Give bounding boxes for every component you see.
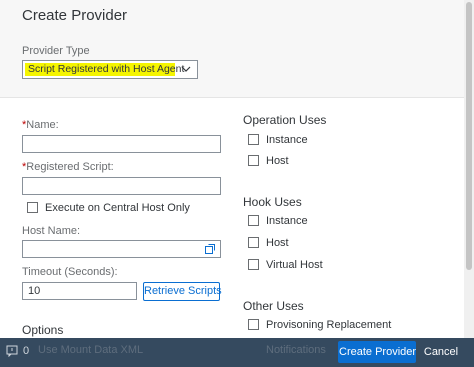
name-label: *Name: — [22, 119, 59, 131]
dialog-header: Create Provider Provider Type Script Reg… — [0, 0, 474, 98]
host-name-field[interactable] — [22, 240, 221, 258]
scrollbar-thumb[interactable] — [466, 2, 472, 270]
timeout-value: 10 — [28, 285, 41, 297]
hook-virtual-host-checkbox[interactable] — [248, 259, 259, 270]
operation-instance-checkbox[interactable] — [248, 134, 259, 145]
dialog-footer: Use Mount Data XML Notifications 0 Creat… — [0, 338, 474, 367]
options-title: Options — [22, 323, 64, 337]
message-popover-icon — [6, 345, 18, 357]
dialog-title: Create Provider — [22, 7, 128, 24]
operation-host-checkbox[interactable] — [248, 155, 259, 166]
hook-virtual-host-label: Virtual Host — [266, 259, 323, 271]
chevron-down-icon[interactable] — [181, 63, 191, 75]
value-help-icon[interactable] — [204, 243, 216, 255]
retrieve-scripts-button[interactable]: Retrieve Scripts — [143, 282, 222, 301]
registered-script-label: *Registered Script: — [22, 161, 114, 173]
vertical-scrollbar[interactable] — [464, 0, 474, 338]
execute-central-checkbox-row[interactable]: Execute on Central Host Only — [27, 201, 217, 215]
hook-instance-checkbox[interactable] — [248, 215, 259, 226]
provider-type-select[interactable]: Script Registered with Host Agent — [22, 60, 198, 79]
provider-type-label: Provider Type — [22, 45, 90, 57]
timeout-field[interactable]: 10 — [22, 282, 137, 300]
hook-instance-row[interactable]: Instance — [248, 214, 368, 228]
hook-host-checkbox[interactable] — [248, 237, 259, 248]
operation-instance-row[interactable]: Instance — [248, 133, 368, 147]
provisioning-replacement-label: Provisoning Replacement — [266, 319, 392, 331]
execute-central-label: Execute on Central Host Only — [45, 202, 190, 214]
notifications-label: Notifications — [266, 344, 326, 356]
operation-instance-label: Instance — [266, 134, 308, 146]
message-count: 0 — [23, 345, 30, 357]
provisioning-replacement-row[interactable]: Provisoning Replacement — [248, 318, 408, 332]
hook-virtual-host-row[interactable]: Virtual Host — [248, 258, 368, 272]
hook-host-label: Host — [266, 237, 289, 249]
provisioning-replacement-checkbox[interactable] — [248, 319, 259, 330]
hook-uses-title: Hook Uses — [243, 195, 302, 209]
timeout-label: Timeout (Seconds): — [22, 266, 118, 278]
hook-instance-label: Instance — [266, 215, 308, 227]
operation-uses-title: Operation Uses — [243, 113, 327, 127]
hook-host-row[interactable]: Host — [248, 236, 368, 250]
provider-type-value: Script Registered with Host Agent — [28, 63, 185, 75]
execute-central-checkbox[interactable] — [27, 202, 38, 213]
name-field[interactable] — [22, 135, 221, 153]
operation-host-label: Host — [266, 155, 289, 167]
cancel-button[interactable]: Cancel — [422, 341, 460, 363]
registered-script-field[interactable] — [22, 177, 221, 195]
create-provider-button[interactable]: Create Provider — [338, 341, 416, 363]
operation-host-row[interactable]: Host — [248, 154, 368, 168]
other-uses-title: Other Uses — [243, 299, 304, 313]
host-name-label: Host Name: — [22, 225, 81, 237]
use-mount-data-label: Use Mount Data XML — [38, 344, 144, 356]
